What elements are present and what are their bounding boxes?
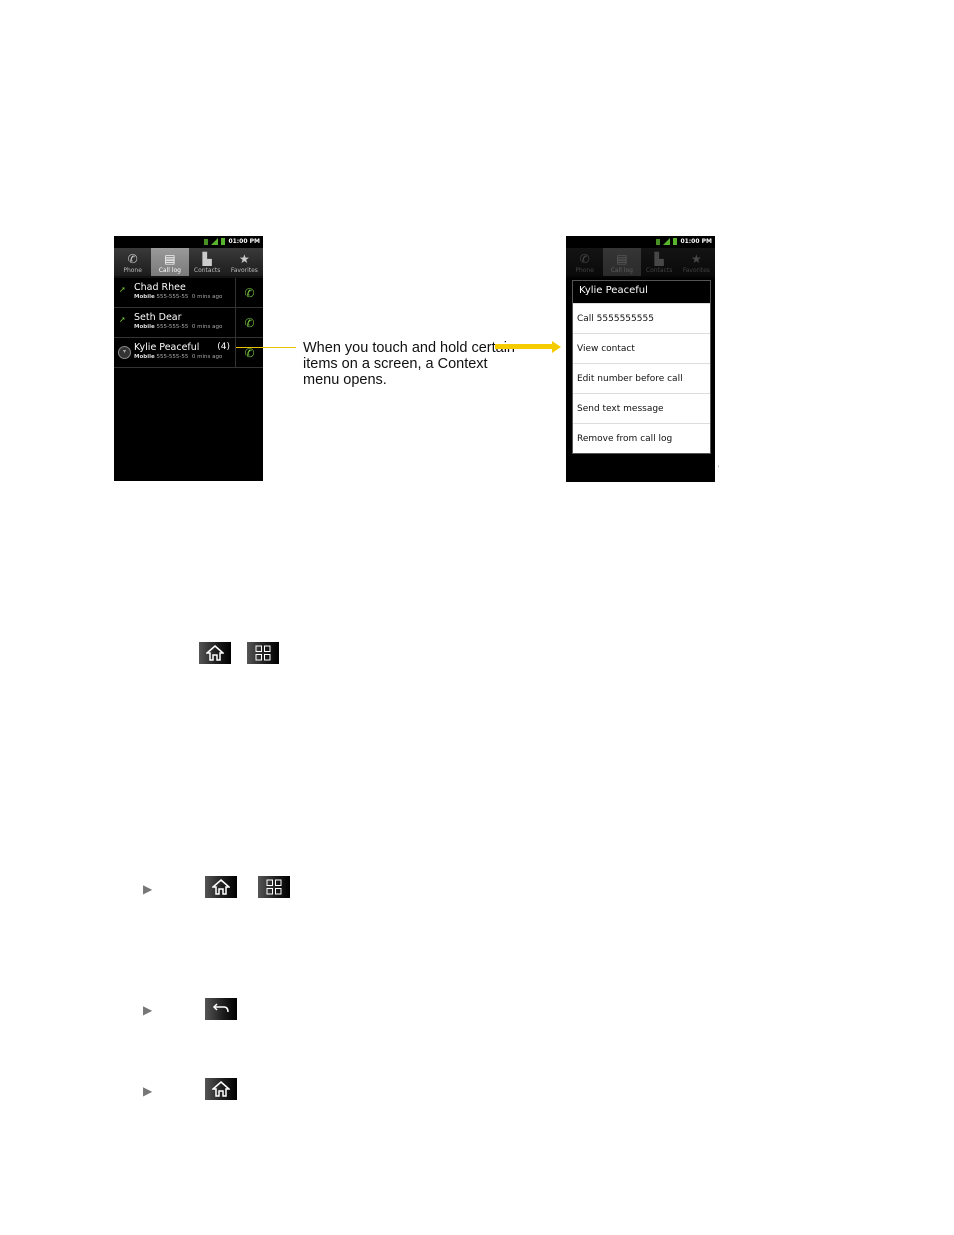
tab-bar: ✆ Phone ▤ Call log ▙ Contacts ★ Favorites <box>114 248 263 278</box>
tab-label: Phone <box>123 267 142 274</box>
call-time: 0 mins ago <box>191 324 223 330</box>
contact-name: Seth Dear <box>134 312 182 323</box>
phone-number: 555-555-55 <box>156 294 189 300</box>
call-log-row[interactable]: ➚ Seth Dear Mobile 555-555-55 0 mins ago… <box>114 308 263 338</box>
phone-number: 555-555-55 <box>156 354 189 360</box>
stray-mark: ‘ <box>718 466 720 472</box>
outgoing-call-icon: ➚ <box>119 315 126 324</box>
bullet-icon: ▶ <box>143 1084 153 1098</box>
status-bar: 01:00 PM <box>114 236 263 248</box>
menu-key <box>247 642 279 664</box>
status-time: 01:00 PM <box>680 238 712 245</box>
grid-icon <box>266 879 282 895</box>
call-button[interactable]: ✆ <box>235 338 263 367</box>
menu-item-edit-number[interactable]: Edit number before call <box>573 363 710 393</box>
tab-phone: ✆ Phone <box>566 248 603 276</box>
call-log-screenshot: 01:00 PM ✆ Phone ▤ Call log ▙ Contacts ★ Fav… <box>114 236 263 481</box>
menu-item-view-contact[interactable]: View contact <box>573 333 710 363</box>
battery-icon <box>673 238 678 245</box>
tab-label: Phone <box>575 267 594 274</box>
tab-label: Contacts <box>193 267 221 274</box>
home-key <box>205 1078 237 1100</box>
contacts-icon: ▙ <box>202 252 212 266</box>
menu-item-remove[interactable]: Remove from call log <box>573 423 710 453</box>
call-details: Mobile 555-555-55 0 mins ago <box>134 324 235 330</box>
number-type: Mobile <box>134 294 155 300</box>
number-type: Mobile <box>134 354 155 360</box>
tab-call-log: ▤ Call log <box>603 248 641 276</box>
menu-item-call[interactable]: Call 5555555555 <box>573 303 710 333</box>
home-icon <box>212 879 230 895</box>
tab-label: Favorites <box>682 267 710 274</box>
tab-favorites[interactable]: ★ Favorites <box>226 248 263 276</box>
signal-icon <box>663 238 671 245</box>
status-bar: 01:00 PM <box>566 236 715 248</box>
status-time: 01:00 PM <box>228 238 260 245</box>
bullet-icon: ▶ <box>143 1003 153 1017</box>
home-icon <box>206 645 224 661</box>
call-log-row[interactable]: ➚ Chad Rhee Mobile 555-555-55 0 mins ago… <box>114 278 263 308</box>
home-key <box>205 876 237 898</box>
tab-call-log[interactable]: ▤ Call log <box>151 248 189 276</box>
number-type: Mobile <box>134 324 155 330</box>
context-menu-title: Kylie Peaceful <box>573 281 710 303</box>
phone-number: 555-555-55 <box>156 324 189 330</box>
call-time: 0 mins ago <box>191 354 223 360</box>
sd-card-icon <box>656 238 661 245</box>
phone-icon: ✆ <box>127 252 138 266</box>
call-button[interactable]: ✆ <box>235 278 263 307</box>
back-key <box>205 998 237 1020</box>
battery-icon <box>221 238 226 245</box>
handset-icon: ✆ <box>244 285 255 300</box>
handset-icon: ✆ <box>244 315 255 330</box>
call-count: (4) <box>217 342 230 352</box>
callout-text: When you touch and hold certain items on… <box>303 340 515 388</box>
call-details: Mobile 555-555-55 0 mins ago <box>134 354 235 360</box>
call-details: Mobile 555-555-55 0 mins ago <box>134 294 235 300</box>
contact-name: Chad Rhee <box>134 282 186 293</box>
tab-contacts[interactable]: ▙ Contacts <box>189 248 226 276</box>
phone-icon: ✆ <box>579 252 590 266</box>
call-log-row[interactable]: ▾ Kylie Peaceful (4) Mobile 555-555-55 0… <box>114 338 263 368</box>
menu-key <box>258 876 290 898</box>
callout-leader-line <box>236 347 296 348</box>
call-button[interactable]: ✆ <box>235 308 263 337</box>
tab-bar: ✆ Phone ▤ Call log ▙ Contacts ★ Favorites <box>566 248 715 278</box>
tab-contacts: ▙ Contacts <box>641 248 678 276</box>
sd-card-icon <box>204 238 209 245</box>
back-icon <box>212 1003 229 1013</box>
tab-phone[interactable]: ✆ Phone <box>114 248 151 276</box>
callout-arrow-head <box>552 341 561 353</box>
tab-label: Call log <box>610 267 633 274</box>
tab-label: Contacts <box>645 267 673 274</box>
grid-icon <box>255 645 271 661</box>
callout-arrow <box>495 344 553 349</box>
menu-item-send-text[interactable]: Send text message <box>573 393 710 423</box>
bullet-icon: ▶ <box>143 882 153 896</box>
star-icon: ★ <box>690 252 702 266</box>
contacts-icon: ▙ <box>654 252 664 266</box>
tab-label: Favorites <box>230 267 258 274</box>
home-key <box>199 642 231 664</box>
home-icon <box>212 1081 230 1097</box>
star-icon: ★ <box>238 252 250 266</box>
expand-icon[interactable]: ▾ <box>118 346 131 359</box>
context-menu: Kylie Peaceful Call 5555555555 View cont… <box>572 280 711 454</box>
outgoing-call-icon: ➚ <box>119 285 126 294</box>
context-menu-screenshot: 01:00 PM ✆ Phone ▤ Call log ▙ Contacts ★ Fav… <box>566 236 715 482</box>
call-log-icon: ▤ <box>164 252 176 266</box>
call-time: 0 mins ago <box>191 294 223 300</box>
tab-favorites: ★ Favorites <box>678 248 715 276</box>
call-log-icon: ▤ <box>616 252 628 266</box>
tab-label: Call log <box>158 267 181 274</box>
signal-icon <box>211 238 219 245</box>
